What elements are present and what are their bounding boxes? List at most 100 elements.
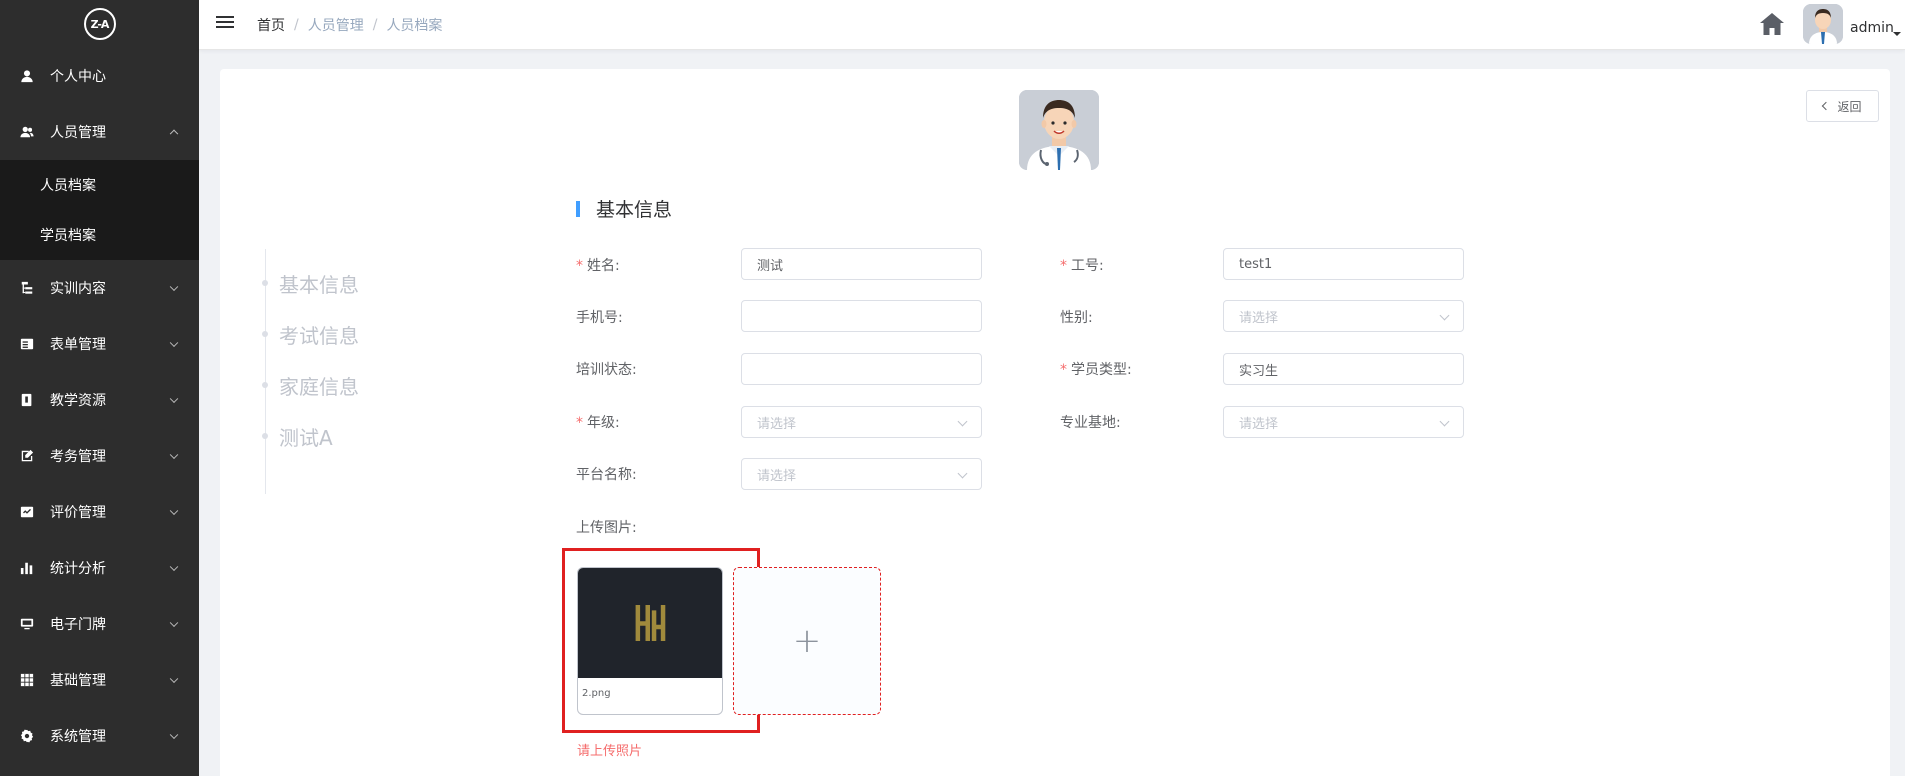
sidebar-item-evaluation-management[interactable]: 评价管理 xyxy=(0,484,199,540)
chevron-down-icon xyxy=(169,730,179,740)
job-number-label-text: 工号: xyxy=(1071,258,1104,274)
section-title-text: 基本信息 xyxy=(596,199,673,221)
home-icon[interactable] xyxy=(1759,12,1785,36)
timeline-label: 基本信息 xyxy=(279,272,359,297)
breadcrumb: 首页 / 人员管理 / 人员档案 xyxy=(257,15,442,35)
professional-base-select[interactable]: 请选择 xyxy=(1223,406,1464,438)
required-mark: * xyxy=(1060,258,1067,274)
collapse-menu-icon[interactable] xyxy=(216,16,234,32)
chevron-left-icon xyxy=(1822,101,1831,111)
chevron-down-icon xyxy=(169,618,179,628)
timeline-label: 家庭信息 xyxy=(279,374,359,399)
sidebar-item-e-doorplate[interactable]: 电子门牌 xyxy=(0,596,199,652)
sidebar-item-label: 表单管理 xyxy=(50,337,106,353)
phone-input[interactable] xyxy=(741,300,982,332)
sidebar-subitem-student-files[interactable]: 学员档案 xyxy=(0,210,199,260)
sidebar-item-label: 教学资源 xyxy=(50,393,106,409)
username[interactable]: admin xyxy=(1850,20,1894,36)
sidebar-item-label: 系统管理 xyxy=(50,729,106,745)
tree-icon xyxy=(20,281,34,295)
caret-down-icon[interactable] xyxy=(1893,32,1901,36)
job-number-label: * 工号: xyxy=(1060,255,1104,275)
timeline-label: 测试A xyxy=(279,425,333,450)
grade-select-placeholder: 请选择 xyxy=(757,416,797,432)
sidebar-item-basic-management[interactable]: 基础管理 xyxy=(0,652,199,708)
chevron-down-icon xyxy=(169,282,179,292)
top-header: 首页 / 人员管理 / 人员档案 admin xyxy=(199,0,1905,50)
upload-add-button[interactable]: + xyxy=(733,567,881,715)
name-label-text: 姓名: xyxy=(587,258,620,274)
breadcrumb-personnel-management[interactable]: 人员管理 xyxy=(308,15,364,35)
student-type-input[interactable]: 实习生 xyxy=(1223,353,1464,385)
chevron-down-icon xyxy=(169,394,179,404)
chevron-down-icon xyxy=(1439,310,1450,321)
sidebar-subitem-personnel-files[interactable]: 人员档案 xyxy=(0,160,199,210)
job-number-input-value: test1 xyxy=(1239,256,1273,272)
gear-icon xyxy=(20,729,34,743)
platform-name-select[interactable]: 请选择 xyxy=(741,458,982,490)
timeline-dot xyxy=(262,433,268,439)
chevron-down-icon xyxy=(169,338,179,348)
sidebar-item-exam-management[interactable]: 考务管理 xyxy=(0,428,199,484)
logo-icon: Z-A xyxy=(83,8,116,40)
breadcrumb-home[interactable]: 首页 xyxy=(257,15,285,35)
training-status-label: 培训状态: xyxy=(576,362,637,378)
breadcrumb-personnel-files: 人员档案 xyxy=(386,18,443,34)
bar-chart-icon xyxy=(20,561,34,575)
sidebar-item-label: 个人中心 xyxy=(50,69,106,85)
back-button[interactable]: 返回 xyxy=(1806,90,1879,122)
chevron-up-icon xyxy=(169,129,179,139)
logo[interactable]: Z-A xyxy=(0,0,199,48)
sidebar-item-form-management[interactable]: 表单管理 xyxy=(0,316,199,372)
gender-select-placeholder: 请选择 xyxy=(1239,310,1279,326)
required-mark: * xyxy=(576,258,583,274)
monitor-icon xyxy=(20,617,34,631)
job-number-input[interactable]: test1 xyxy=(1223,248,1464,280)
name-input-value: 测试 xyxy=(757,258,784,274)
edit-icon xyxy=(20,449,34,463)
book-icon xyxy=(20,393,34,407)
grade-select[interactable]: 请选择 xyxy=(741,406,982,438)
sidebar-subitem-label: 学员档案 xyxy=(40,228,96,244)
chevron-down-icon xyxy=(169,562,179,572)
avatar[interactable] xyxy=(1803,4,1843,44)
users-icon xyxy=(20,125,34,139)
upload-image-label: 上传图片: xyxy=(576,520,637,536)
timeline-item-test-a[interactable]: 测试A xyxy=(262,421,333,451)
sidebar-item-training-content[interactable]: 实训内容 xyxy=(0,260,199,316)
uploaded-image-card[interactable]: 2.png xyxy=(577,567,723,715)
name-input[interactable]: 测试 xyxy=(741,248,982,280)
timeline-item-basic-info[interactable]: 基本信息 xyxy=(262,268,359,298)
sidebar-item-teaching-resources[interactable]: 教学资源 xyxy=(0,372,199,428)
section-title: 基本信息 xyxy=(576,195,672,222)
section-title-bar xyxy=(576,200,580,217)
chevron-down-icon xyxy=(1439,416,1450,427)
submenu-personnel: 人员档案 学员档案 xyxy=(0,160,199,260)
sidebar: Z-A 个人中心 人员管理 人员档案 学员档案 实训内容 表单管理 教学资源 考… xyxy=(0,0,199,776)
timeline-item-exam-info[interactable]: 考试信息 xyxy=(262,319,359,349)
chevron-down-icon xyxy=(169,450,179,460)
name-label: * 姓名: xyxy=(576,255,620,275)
student-type-label: * 学员类型: xyxy=(1060,359,1132,379)
plus-icon: + xyxy=(792,621,822,661)
sidebar-item-statistics[interactable]: 统计分析 xyxy=(0,540,199,596)
evaluation-icon xyxy=(20,505,34,519)
timeline-dot xyxy=(262,280,268,286)
sidebar-item-system-management[interactable]: 系统管理 xyxy=(0,708,199,764)
chevron-down-icon xyxy=(957,468,968,479)
grade-label: * 年级: xyxy=(576,412,620,432)
sidebar-item-label: 统计分析 xyxy=(50,561,106,577)
training-status-input[interactable] xyxy=(741,353,982,385)
section-timeline: 基本信息 考试信息 家庭信息 测试A xyxy=(262,249,415,494)
timeline-dot xyxy=(262,382,268,388)
uploaded-image-thumbnail xyxy=(578,568,722,678)
breadcrumb-separator: / xyxy=(294,17,299,33)
sidebar-item-personal-center[interactable]: 个人中心 xyxy=(0,48,199,104)
phone-label: 手机号: xyxy=(576,310,623,326)
professional-base-label: 专业基地: xyxy=(1060,415,1121,431)
gender-select[interactable]: 请选择 xyxy=(1223,300,1464,332)
timeline-item-family-info[interactable]: 家庭信息 xyxy=(262,370,359,400)
sidebar-item-personnel-management[interactable]: 人员管理 xyxy=(0,104,199,160)
form-icon xyxy=(20,337,34,351)
timeline-label: 考试信息 xyxy=(279,323,359,348)
